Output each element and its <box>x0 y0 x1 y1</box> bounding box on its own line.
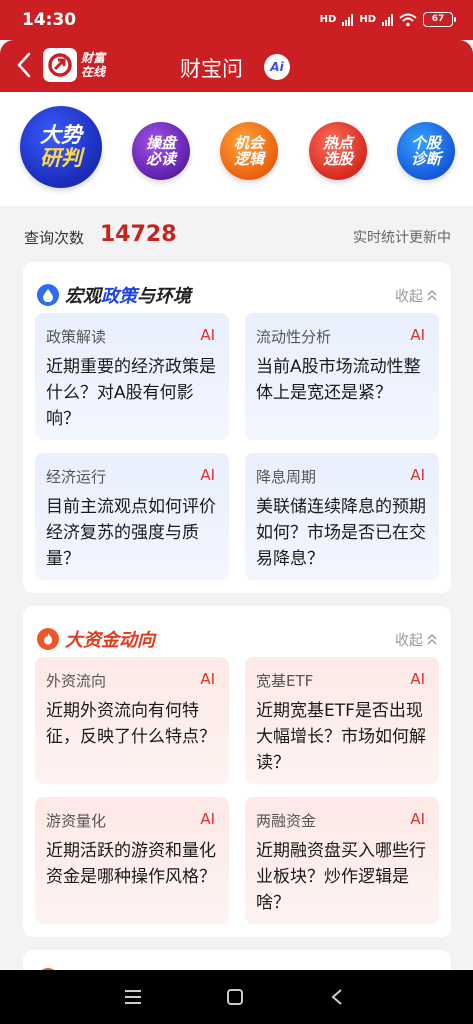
section-macro-policy: 宏观政策与环境 收起 政策解读 AI 近期重要的经济政策是什么？对A股有何影响？… <box>23 262 451 593</box>
nav-label-line2: 研判 <box>40 146 82 170</box>
nav-label-line2: 必读 <box>145 150 176 168</box>
card-ai-label: AI <box>200 326 215 344</box>
card-tag: 外资流向 <box>46 672 107 690</box>
chevron-up-double-icon <box>427 290 437 301</box>
nav-label-line1: 大势 <box>40 122 82 147</box>
card-question: 近期活跃的游资和量化资金是哪种操作风格？ <box>46 841 216 887</box>
nav-label-line1: 个股 <box>410 133 441 152</box>
question-card[interactable]: 宽基ETF AI 近期宽基ETF是否出现大幅增长？市场如何解读？ <box>245 657 439 784</box>
card-ai-label: AI <box>410 670 425 688</box>
feature-nav: 大势 研判 操盘 必读 机会 逻辑 热点 选股 个股 诊断 <box>0 92 473 206</box>
collapse-label: 收起 <box>395 289 423 305</box>
chevron-up-double-icon <box>427 634 437 645</box>
question-card[interactable]: 经济运行 AI 目前主流观点如何评价经济复苏的强度与质量？ <box>35 453 229 580</box>
system-back-button[interactable] <box>326 986 348 1008</box>
system-nav-bar <box>0 970 473 1024</box>
home-square-icon <box>227 989 243 1005</box>
card-tag: 两融资金 <box>256 812 317 830</box>
query-count-value: 14728 <box>100 222 177 247</box>
card-tag: 政策解读 <box>46 328 107 346</box>
app-logo: 财富 在线 <box>43 48 105 82</box>
nav-opportunity-logic[interactable]: 机会 逻辑 <box>220 122 278 180</box>
card-tag: 经济运行 <box>46 468 107 486</box>
card-question: 当前A股市场流动性整体上是宽还是紧？ <box>256 357 421 403</box>
question-card[interactable]: 游资量化 AI 近期活跃的游资和量化资金是哪种操作风格？ <box>35 797 229 924</box>
menu-button[interactable] <box>122 986 144 1008</box>
question-card[interactable]: 外资流向 AI 近期外资流向有何特征，反映了什么特点？ <box>35 657 229 784</box>
section-title-highlight: 政策 <box>101 286 137 307</box>
question-card[interactable]: 两融资金 AI 近期融资盘买入哪些行业板块？炒作逻辑是啥？ <box>245 797 439 924</box>
logo-text-line2: 在线 <box>81 65 106 79</box>
ai-badge: Ai <box>264 54 290 80</box>
collapse-label: 收起 <box>395 633 423 649</box>
section-title-part1: 宏观 <box>65 286 101 307</box>
triangle-back-icon <box>331 989 342 1005</box>
card-ai-label: AI <box>200 810 215 828</box>
query-stats: 查询次数 14728 实时统计更新中 <box>0 206 473 262</box>
card-question: 近期外资流向有何特征，反映了什么特点？ <box>46 701 216 747</box>
network-hd-label-2: HD <box>359 14 376 25</box>
status-bar: 14:30 HD HD 67 <box>0 0 473 40</box>
nav-label-line1: 热点 <box>322 133 353 152</box>
page-title: 财宝问 <box>180 57 243 81</box>
section-title: 宏观政策与环境 <box>65 282 191 308</box>
query-count-label: 查询次数 <box>24 229 85 247</box>
nav-label-line1: 机会 <box>233 133 264 152</box>
card-ai-label: AI <box>410 810 425 828</box>
nav-hot-stock-pick[interactable]: 热点 选股 <box>309 122 367 180</box>
collapse-button[interactable]: 收起 <box>395 630 437 650</box>
battery-icon: 67 <box>423 12 456 27</box>
card-ai-label: AI <box>200 670 215 688</box>
card-question: 近期宽基ETF是否出现大幅增长？市场如何解读？ <box>256 701 426 773</box>
status-icons: HD HD 67 <box>319 12 456 27</box>
nav-label-line2: 选股 <box>322 150 353 168</box>
signal-icon <box>342 13 354 26</box>
section-header: 宏观政策与环境 <box>37 282 191 308</box>
nav-stock-diagnosis[interactable]: 个股 诊断 <box>397 122 455 180</box>
back-button[interactable] <box>10 50 38 80</box>
wifi-icon <box>399 13 417 26</box>
card-tag: 降息周期 <box>256 468 317 486</box>
nav-label-line2: 诊断 <box>410 150 441 168</box>
card-ai-label: AI <box>410 326 425 344</box>
nav-market-trend[interactable]: 大势 研判 <box>20 106 102 188</box>
nav-label-line1: 操盘 <box>145 133 176 152</box>
home-button[interactable] <box>224 986 246 1008</box>
card-question: 近期重要的经济政策是什么？对A股有何影响？ <box>46 357 216 429</box>
section-title-highlight: 大资金动向 <box>65 630 155 651</box>
section-title: 大资金动向 <box>65 626 155 652</box>
water-drop-icon <box>37 284 59 306</box>
chevron-left-icon <box>17 52 31 78</box>
logo-badge-icon <box>43 48 77 82</box>
nav-trading-must-read[interactable]: 操盘 必读 <box>132 122 190 180</box>
stats-update-note: 实时统计更新中 <box>353 230 451 246</box>
question-card[interactable]: 降息周期 AI 美联储连续降息的预期如何？市场是否已在交易降息？ <box>245 453 439 580</box>
network-hd-label: HD <box>319 14 337 25</box>
card-tag: 宽基ETF <box>256 672 314 690</box>
question-card[interactable]: 流动性分析 AI 当前A股市场流动性整体上是宽还是紧？ <box>245 313 439 440</box>
card-question: 近期融资盘买入哪些行业板块？炒作逻辑是啥？ <box>256 841 426 913</box>
card-tag: 游资量化 <box>46 812 107 830</box>
logo-text-line1: 财富 <box>81 51 106 65</box>
nav-label-line2: 逻辑 <box>233 150 264 168</box>
section-header: 大资金动向 <box>37 626 155 652</box>
question-card[interactable]: 政策解读 AI 近期重要的经济政策是什么？对A股有何影响？ <box>35 313 229 440</box>
flame-icon <box>37 628 59 650</box>
menu-icon <box>125 990 141 1004</box>
section-big-capital: 大资金动向 收起 外资流向 AI 近期外资流向有何特征，反映了什么特点？ 宽基E… <box>23 606 451 937</box>
signal-icon-2 <box>382 13 393 26</box>
logo-text: 财富 在线 <box>81 51 105 79</box>
status-time: 14:30 <box>22 10 77 30</box>
collapse-button[interactable]: 收起 <box>395 286 437 306</box>
card-ai-label: AI <box>410 466 425 484</box>
card-tag: 流动性分析 <box>256 328 332 346</box>
card-question: 目前主流观点如何评价经济复苏的强度与质量？ <box>46 497 216 569</box>
app-header: 财富 在线 财宝问 Ai <box>0 40 473 92</box>
card-ai-label: AI <box>200 466 215 484</box>
section-title-part2: 与环境 <box>137 286 191 307</box>
card-question: 美联储连续降息的预期如何？市场是否已在交易降息？ <box>256 497 426 569</box>
